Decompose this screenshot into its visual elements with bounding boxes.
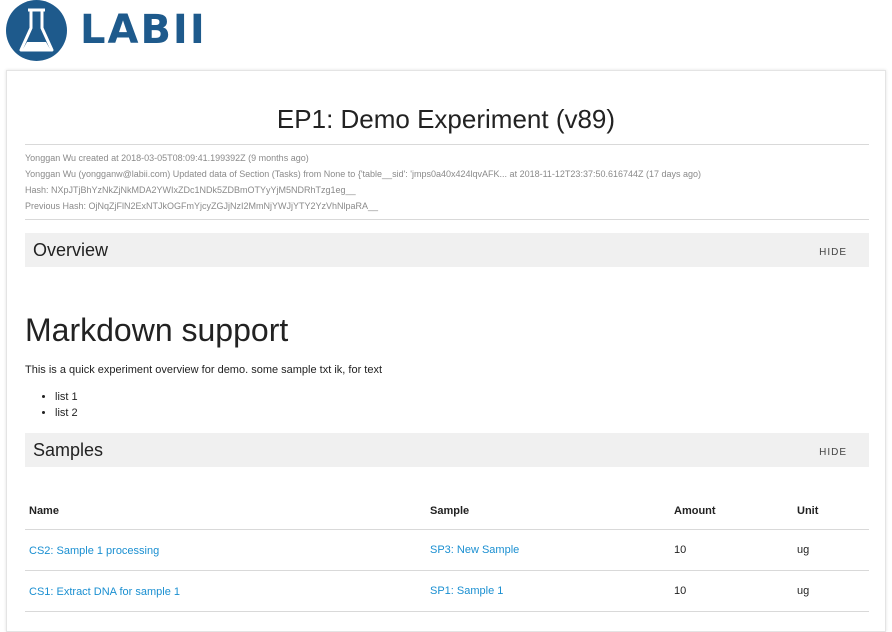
meta-updated: Yonggan Wu (yongganw@labii.com) Updated … xyxy=(25,169,702,179)
flask-icon[interactable] xyxy=(6,0,67,61)
markdown-list: list 1 list 2 xyxy=(25,389,78,421)
experiment-card: EP1: Demo Experiment (v89) Yonggan Wu cr… xyxy=(6,70,886,632)
overview-hide-button[interactable]: HIDE xyxy=(819,247,847,259)
samples-section-title: Samples xyxy=(33,440,104,460)
row-name-link[interactable]: CS2: Sample 1 processing xyxy=(29,544,159,558)
row-unit: ug xyxy=(797,585,810,597)
row-sample-link[interactable]: SP3: New Sample xyxy=(430,543,519,557)
row-unit: ug xyxy=(797,544,810,556)
overview-section-title: Overview xyxy=(33,240,109,260)
title-divider xyxy=(25,144,869,145)
table-row: CS1: Extract DNA for sample 1 SP1: Sampl… xyxy=(25,571,869,611)
table-row: CS2: Sample 1 processing SP3: New Sample… xyxy=(25,530,869,570)
experiment-title: EP1: Demo Experiment (v89) xyxy=(276,104,616,134)
samples-table-header: Name Sample Amount Unit xyxy=(25,490,869,530)
row-sample-link[interactable]: SP1: Sample 1 xyxy=(430,584,503,598)
samples-section-header: Samples HIDE xyxy=(25,433,869,467)
meta-previous-hash: Previous Hash: OjNqZjFlN2ExNTJkOGFmYjcyZ… xyxy=(25,201,379,211)
row-amount: 10 xyxy=(674,585,687,597)
column-header-name[interactable]: Name xyxy=(29,504,59,518)
meta-divider xyxy=(25,219,869,220)
meta-hash: Hash: NXpJTjBhYzNkZjNkMDA2YWIxZDc1NDk5ZD… xyxy=(25,185,356,195)
list-item: list 2 xyxy=(55,405,78,421)
column-header-unit[interactable]: Unit xyxy=(797,504,818,518)
brand-logo-text[interactable]: LABII xyxy=(80,7,207,53)
markdown-heading: Markdown support xyxy=(25,312,289,348)
column-header-amount[interactable]: Amount xyxy=(674,504,716,518)
table-divider xyxy=(25,611,869,612)
samples-hide-button[interactable]: HIDE xyxy=(819,447,847,459)
markdown-paragraph: This is a quick experiment overview for … xyxy=(25,364,383,376)
row-name-link[interactable]: CS1: Extract DNA for sample 1 xyxy=(29,585,180,599)
top-bar: LABII xyxy=(0,0,892,68)
meta-created: Yonggan Wu created at 2018-03-05T08:09:4… xyxy=(25,153,309,163)
column-header-sample[interactable]: Sample xyxy=(430,504,469,518)
row-amount: 10 xyxy=(674,544,687,556)
overview-section-header: Overview HIDE xyxy=(25,233,869,267)
list-item: list 1 xyxy=(55,389,78,405)
